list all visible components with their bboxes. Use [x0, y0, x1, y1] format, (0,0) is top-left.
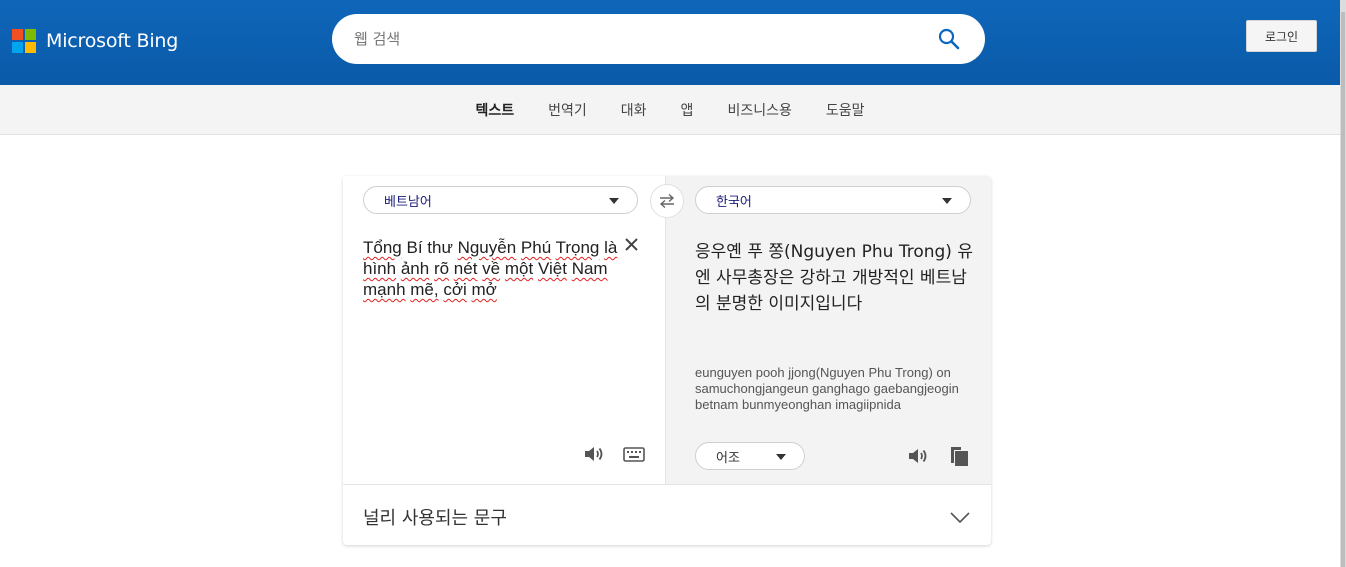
source-word: cởi [443, 280, 467, 299]
speaker-icon[interactable] [906, 444, 930, 468]
common-phrases-label: 널리 사용되는 문구 [363, 508, 507, 529]
tone-select[interactable]: 어조 [695, 442, 805, 470]
source-text-input[interactable]: Tổng Bí thư Nguyễn Phú Trọng là hình ảnh… [363, 237, 623, 300]
caret-down-icon [942, 198, 952, 204]
source-word: thư [427, 238, 453, 257]
keyboard-icon[interactable] [622, 442, 646, 466]
chevron-down-icon[interactable] [949, 511, 971, 525]
bing-logo[interactable]: Microsoft Bing [12, 29, 178, 53]
source-word: mạnh [363, 280, 406, 299]
source-language-label: 베트남어 [384, 194, 432, 210]
search-box [332, 14, 985, 64]
source-word: về [482, 259, 501, 278]
microsoft-logo-icon [12, 29, 36, 53]
target-language-label: 한국어 [716, 194, 752, 210]
search-input[interactable] [354, 14, 914, 64]
swap-icon [659, 193, 675, 209]
source-word: Trọng [555, 238, 600, 257]
source-word: Phú [520, 238, 552, 257]
scrollbar-thumb[interactable] [1341, 12, 1345, 567]
transliteration-text: eunguyen pooh jjong(Nguyen Phu Trong) on… [695, 365, 959, 412]
caret-down-icon [776, 454, 786, 460]
common-phrases-section[interactable]: 널리 사용되는 문구 [343, 485, 991, 545]
copy-icon[interactable] [947, 444, 971, 468]
source-language-select[interactable]: 베트남어 [363, 186, 638, 214]
speaker-icon[interactable] [582, 442, 606, 466]
source-word: là [604, 238, 618, 257]
target-pane [666, 176, 991, 484]
tone-label: 어조 [716, 450, 740, 466]
source-word: Bí [406, 238, 423, 257]
source-word: mở [471, 280, 497, 299]
source-word: mẽ, [410, 280, 439, 299]
source-word: Nam [571, 259, 608, 278]
translated-text: 응우옌 푸 쫑(Nguyen Phu Trong) 유엔 사무총장은 강하고 개… [695, 242, 973, 314]
source-word: nét [453, 259, 478, 278]
nav-item-conversation[interactable]: 대화 [621, 100, 647, 120]
source-pane [343, 176, 666, 484]
nav-item-business[interactable]: 비즈니스용 [727, 100, 791, 120]
close-icon[interactable] [622, 235, 642, 255]
target-language-select[interactable]: 한국어 [695, 186, 971, 214]
nav-item-translator[interactable]: 번역기 [548, 100, 587, 120]
brand-name: Microsoft Bing [46, 30, 179, 52]
source-word: Nguyễn [457, 238, 517, 257]
translator-panel: 베트남어 한국어 Tổng Bí thư Nguyễn Phú Trọng là… [343, 176, 991, 545]
source-word: hình [363, 259, 397, 278]
search-icon[interactable] [937, 27, 961, 51]
swap-languages-button[interactable] [650, 184, 684, 218]
login-button[interactable]: 로그인 [1246, 20, 1317, 52]
source-word: một [504, 259, 534, 278]
source-word: rõ [433, 259, 450, 278]
source-word: Tổng [363, 238, 402, 257]
source-word: Việt [537, 259, 567, 278]
nav-bar: 텍스트 번역기 대화 앱 비즈니스용 도움말 [0, 85, 1340, 135]
source-word: ảnh [400, 259, 430, 278]
nav-item-apps[interactable]: 앱 [681, 100, 694, 120]
nav-item-text[interactable]: 텍스트 [476, 100, 515, 120]
nav-items: 텍스트 번역기 대화 앱 비즈니스용 도움말 [0, 85, 1340, 135]
header: Microsoft Bing 로그인 [0, 0, 1340, 85]
nav-item-help[interactable]: 도움말 [826, 100, 865, 120]
caret-down-icon [609, 198, 619, 204]
